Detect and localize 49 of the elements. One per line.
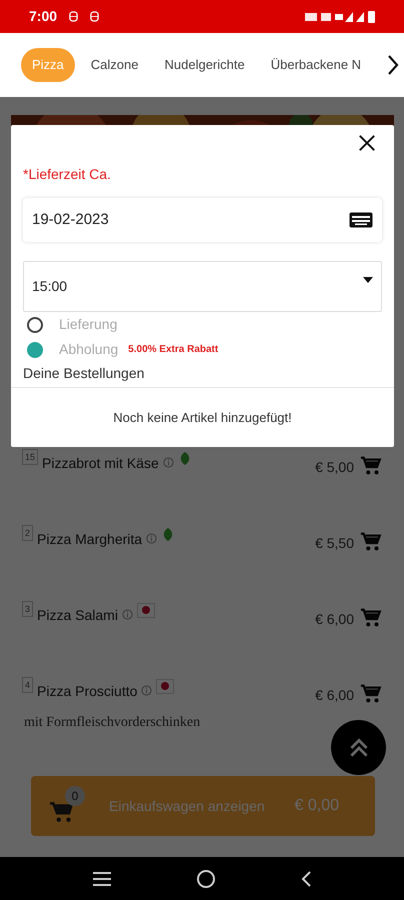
back-icon[interactable]	[300, 870, 312, 888]
item-name[interactable]: Pizza Salami	[37, 605, 118, 626]
close-icon	[358, 134, 376, 152]
cart-count-badge: 0	[65, 786, 85, 806]
discount-note: 5.00% Extra Rabatt	[128, 343, 218, 357]
home-icon[interactable]	[196, 868, 216, 888]
category-tab[interactable]: Nudelgerichte	[154, 48, 255, 82]
add-to-cart-icon[interactable]	[360, 607, 382, 629]
item-price: € 6,00	[315, 686, 354, 705]
cart-total: € 0,00	[294, 796, 339, 816]
date-field[interactable]: 19-02-2023	[23, 198, 382, 242]
item-number: 3	[22, 601, 34, 617]
item-name[interactable]: Pizza Prosciutto	[37, 681, 138, 702]
item-number: 4	[22, 677, 34, 693]
item-price: € 6,00	[315, 610, 354, 629]
item-name[interactable]: Pizzabrot mit Käse	[42, 453, 159, 474]
notification-icon	[69, 11, 78, 22]
info-icon[interactable]	[122, 609, 133, 620]
field-label: *Lieferzeit Ca.	[23, 165, 111, 184]
info-icon[interactable]	[146, 533, 158, 544]
status-time: 7:00	[29, 7, 58, 26]
keyboard-icon[interactable]	[349, 212, 373, 228]
chevron-right-icon[interactable]	[387, 54, 399, 76]
view-cart-button[interactable]: 0 Einkaufswagen anzeigen € 0,00	[31, 776, 375, 836]
info-icon[interactable]	[162, 457, 174, 468]
status-icons-drawing	[305, 10, 375, 24]
category-tab[interactable]: Pizza	[21, 48, 75, 82]
option-label[interactable]: Abholung	[59, 339, 118, 360]
category-tab[interactable]: Überbackene N	[260, 48, 372, 82]
item-name[interactable]: Pizza Margherita	[37, 529, 142, 550]
item-price: € 5,50	[315, 534, 354, 553]
dropdown-caret-icon	[363, 277, 373, 283]
menu-icon[interactable]	[92, 870, 112, 886]
category-tab[interactable]: Calzone	[80, 48, 148, 82]
option-label[interactable]: Lieferung	[59, 314, 118, 335]
add-to-cart-icon[interactable]	[360, 531, 382, 553]
item-number: 2	[22, 525, 34, 541]
info-icon[interactable]	[141, 685, 152, 696]
item-price: € 5,00	[315, 458, 354, 477]
section-heading: Deine Bestellungen	[23, 364, 144, 383]
time-dropdown[interactable]: 15:00	[23, 261, 382, 312]
empty-cart-message: Noch keine Artikel hinzugefügt!	[113, 409, 292, 427]
radio-button[interactable]	[27, 316, 43, 332]
add-to-cart-icon[interactable]	[360, 683, 382, 705]
notification-icon	[90, 11, 100, 22]
item-number: 15	[22, 449, 38, 465]
add-to-cart-icon[interactable]	[360, 455, 382, 477]
radio-button[interactable]	[27, 342, 43, 358]
item-description: mit Formfleischvorderschinken	[24, 714, 202, 732]
